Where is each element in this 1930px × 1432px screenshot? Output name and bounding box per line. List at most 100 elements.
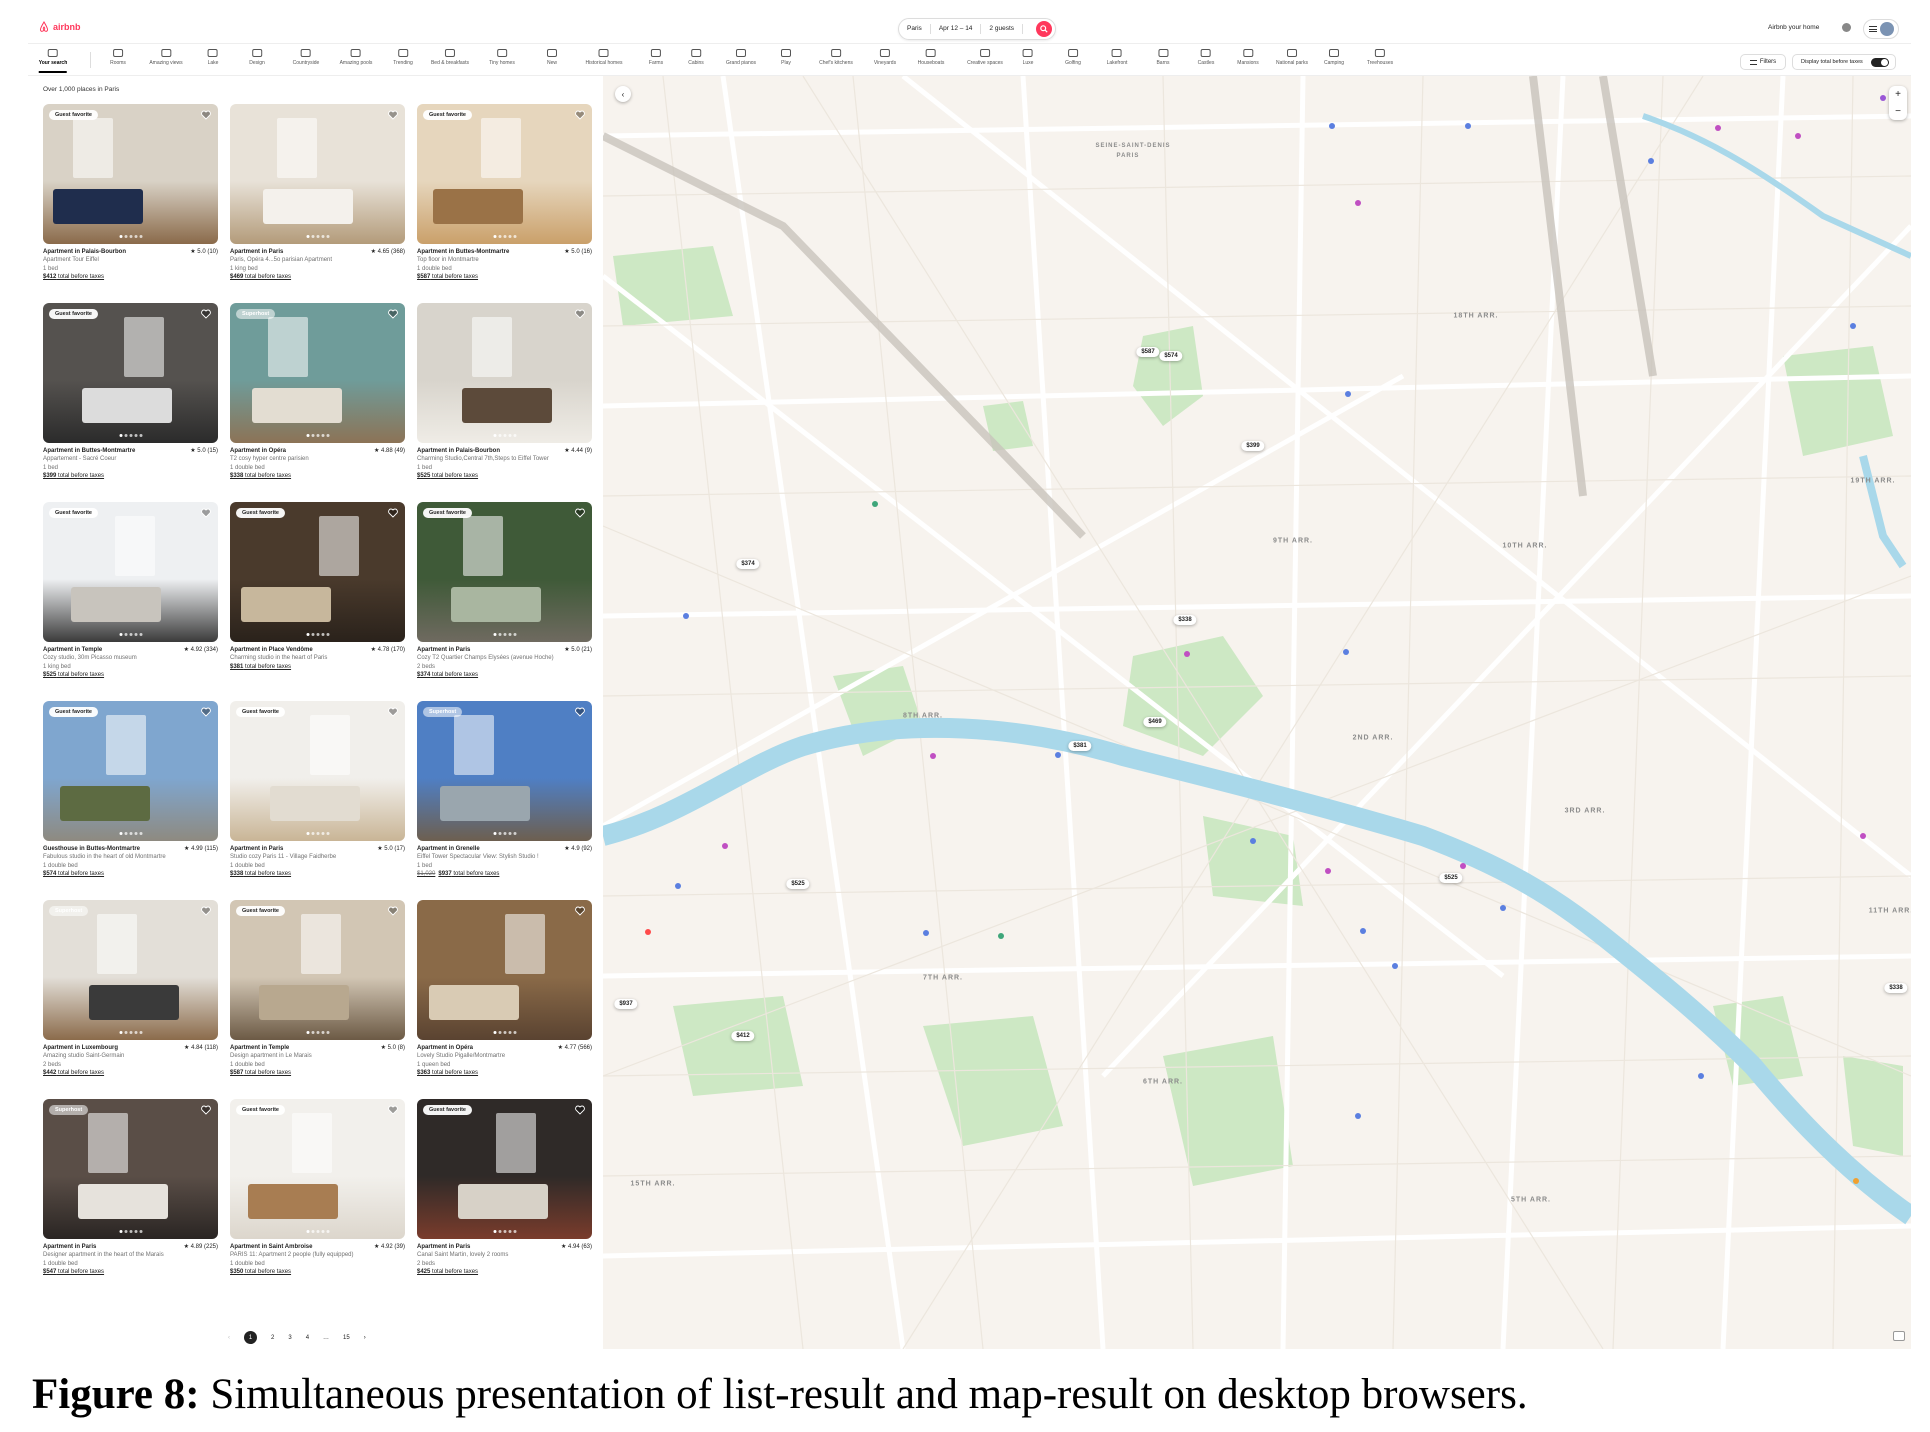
heart-icon[interactable] bbox=[388, 1105, 398, 1115]
listing-photo[interactable]: Guest favorite bbox=[417, 1099, 592, 1239]
listing-photo[interactable]: Superhost bbox=[43, 1099, 218, 1239]
globe-icon[interactable] bbox=[1842, 23, 1851, 32]
map-price-pin[interactable]: $587 bbox=[1136, 347, 1160, 357]
listing-card[interactable]: Guest favorite Apartment in Saint Ambrois… bbox=[230, 1099, 405, 1289]
display-total-toggle[interactable]: Display total before taxes bbox=[1792, 54, 1896, 70]
listing-photo[interactable]: Guest favorite bbox=[230, 701, 405, 841]
listing-photo[interactable]: Guest favorite bbox=[230, 900, 405, 1040]
listing-price[interactable]: $587 total before taxes bbox=[230, 1069, 405, 1077]
listing-card[interactable]: Superhost Apartment in Luxembourg ★ 4.84 (… bbox=[43, 900, 218, 1090]
category-national-parks[interactable]: National parks bbox=[1276, 49, 1308, 66]
category-chef-s-kitchens[interactable]: Chef's kitchens bbox=[819, 49, 853, 66]
map-price-pin[interactable]: $338 bbox=[1173, 615, 1197, 625]
heart-icon[interactable] bbox=[201, 309, 211, 319]
map-price-pin[interactable]: $574 bbox=[1159, 351, 1183, 361]
category-your-search[interactable]: Your search bbox=[39, 49, 67, 73]
listing-photo[interactable]: Guest favorite bbox=[43, 303, 218, 443]
category-mansions[interactable]: Mansions bbox=[1237, 49, 1259, 66]
category-golfing[interactable]: Golfing bbox=[1065, 49, 1081, 66]
listing-card[interactable]: Guest favorite Apartment in Paris ★ 5.0 (1… bbox=[230, 701, 405, 891]
listing-photo[interactable]: Guest favorite bbox=[230, 1099, 405, 1239]
search-location[interactable]: Paris bbox=[899, 24, 931, 34]
page-button[interactable]: 15 bbox=[343, 1335, 350, 1341]
listing-photo[interactable]: Superhost bbox=[417, 701, 592, 841]
listing-price[interactable]: $338 total before taxes bbox=[230, 472, 405, 480]
next-page-button[interactable]: › bbox=[364, 1335, 366, 1341]
collapse-map-button[interactable]: ‹ bbox=[615, 86, 631, 102]
listing-photo[interactable]: Guest favorite bbox=[417, 104, 592, 244]
map-view[interactable]: 18TH ARR. 9TH ARR. 10TH ARR. 8TH ARR. 2ND AR… bbox=[603, 76, 1911, 1349]
category-grand-pianos[interactable]: Grand pianos bbox=[726, 49, 756, 66]
category-treehouses[interactable]: Treehouses bbox=[1367, 49, 1393, 66]
map-price-pin[interactable]: $525 bbox=[786, 879, 810, 889]
map-price-pin[interactable]: $374 bbox=[736, 559, 760, 569]
zoom-out-button[interactable]: − bbox=[1895, 106, 1901, 117]
heart-icon[interactable] bbox=[388, 906, 398, 916]
heart-icon[interactable] bbox=[575, 906, 585, 916]
listing-card[interactable]: Apartment in Paris ★ 4.65 (368) Paris, Opé… bbox=[230, 104, 405, 294]
category-houseboats[interactable]: Houseboats bbox=[918, 49, 944, 66]
category-castles[interactable]: Castles bbox=[1198, 49, 1214, 66]
category-new[interactable]: New bbox=[546, 49, 557, 66]
heart-icon[interactable] bbox=[201, 906, 211, 916]
listing-photo[interactable]: Guest favorite bbox=[43, 701, 218, 841]
listing-card[interactable]: Guest favorite Guesthouse in Buttes-Montm… bbox=[43, 701, 218, 891]
heart-icon[interactable] bbox=[388, 309, 398, 319]
listing-card[interactable]: Guest favorite Apartment in Place Vendôme… bbox=[230, 502, 405, 692]
user-menu-button[interactable] bbox=[1863, 19, 1899, 39]
map-layers-icon[interactable] bbox=[1893, 1331, 1905, 1341]
heart-icon[interactable] bbox=[388, 508, 398, 518]
listing-price[interactable]: $525 total before taxes bbox=[43, 671, 218, 679]
search-dates[interactable]: Apr 12 – 14 bbox=[931, 24, 982, 34]
category-cabins[interactable]: Cabins bbox=[688, 49, 704, 66]
filters-button[interactable]: Filters bbox=[1740, 54, 1786, 70]
category-farms[interactable]: Farms bbox=[649, 49, 663, 66]
category-lake[interactable]: Lake bbox=[208, 49, 218, 66]
category-barns[interactable]: Barns bbox=[1156, 49, 1170, 66]
search-bar[interactable]: Paris Apr 12 – 14 2 guests bbox=[898, 18, 1056, 40]
prev-page-button[interactable]: ‹ bbox=[228, 1335, 230, 1341]
listing-card[interactable]: Guest favorite Apartment in Paris ★ 4.94 (… bbox=[417, 1099, 592, 1289]
category-camping[interactable]: Camping bbox=[1324, 49, 1344, 66]
listing-photo[interactable] bbox=[417, 303, 592, 443]
zoom-in-button[interactable]: + bbox=[1895, 89, 1901, 100]
listing-price[interactable]: $469 total before taxes bbox=[230, 273, 405, 281]
category-amazing-views[interactable]: Amazing views bbox=[149, 49, 183, 66]
heart-icon[interactable] bbox=[388, 110, 398, 120]
category-countryside[interactable]: Countryside bbox=[293, 49, 319, 66]
listing-photo[interactable]: Guest favorite bbox=[43, 104, 218, 244]
category-trending[interactable]: Trending bbox=[393, 49, 413, 66]
listing-photo[interactable]: Superhost bbox=[230, 303, 405, 443]
heart-icon[interactable] bbox=[388, 707, 398, 717]
heart-icon[interactable] bbox=[201, 1105, 211, 1115]
search-guests[interactable]: 2 guests bbox=[981, 24, 1023, 34]
listing-price[interactable]: $399 total before taxes bbox=[43, 472, 218, 480]
page-button[interactable]: 1 bbox=[244, 1331, 257, 1344]
listing-price[interactable]: $574 total before taxes bbox=[43, 870, 218, 878]
listing-price[interactable]: $374 total before taxes bbox=[417, 671, 592, 679]
category-luxe[interactable]: Luxe bbox=[1023, 49, 1033, 66]
listing-price[interactable]: $587 total before taxes bbox=[417, 273, 592, 281]
listing-price[interactable]: $363 total before taxes bbox=[417, 1069, 592, 1077]
page-button[interactable]: 2 bbox=[271, 1335, 274, 1341]
heart-icon[interactable] bbox=[575, 1105, 585, 1115]
heart-icon[interactable] bbox=[201, 707, 211, 717]
search-button[interactable] bbox=[1036, 21, 1052, 37]
category-amazing-pools[interactable]: Amazing pools bbox=[340, 49, 372, 66]
category-bed-breakfasts[interactable]: Bed & breakfasts bbox=[431, 49, 469, 66]
map-price-pin[interactable]: $525 bbox=[1439, 873, 1463, 883]
listing-price[interactable]: $381 total before taxes bbox=[230, 663, 405, 671]
listing-card[interactable]: Guest favorite Apartment in Buttes-Montma… bbox=[417, 104, 592, 294]
heart-icon[interactable] bbox=[575, 508, 585, 518]
heart-icon[interactable] bbox=[575, 110, 585, 120]
category-rooms[interactable]: Rooms bbox=[110, 49, 126, 66]
listing-photo[interactable]: Guest favorite bbox=[43, 502, 218, 642]
heart-icon[interactable] bbox=[575, 707, 585, 717]
listing-price[interactable]: $425 total before taxes bbox=[417, 1268, 592, 1276]
heart-icon[interactable] bbox=[201, 508, 211, 518]
listing-card[interactable]: Guest favorite Apartment in Buttes-Montma… bbox=[43, 303, 218, 493]
category-vineyards[interactable]: Vineyards bbox=[874, 49, 896, 66]
heart-icon[interactable] bbox=[575, 309, 585, 319]
listing-price[interactable]: $442 total before taxes bbox=[43, 1069, 218, 1077]
listing-photo[interactable]: Superhost bbox=[43, 900, 218, 1040]
